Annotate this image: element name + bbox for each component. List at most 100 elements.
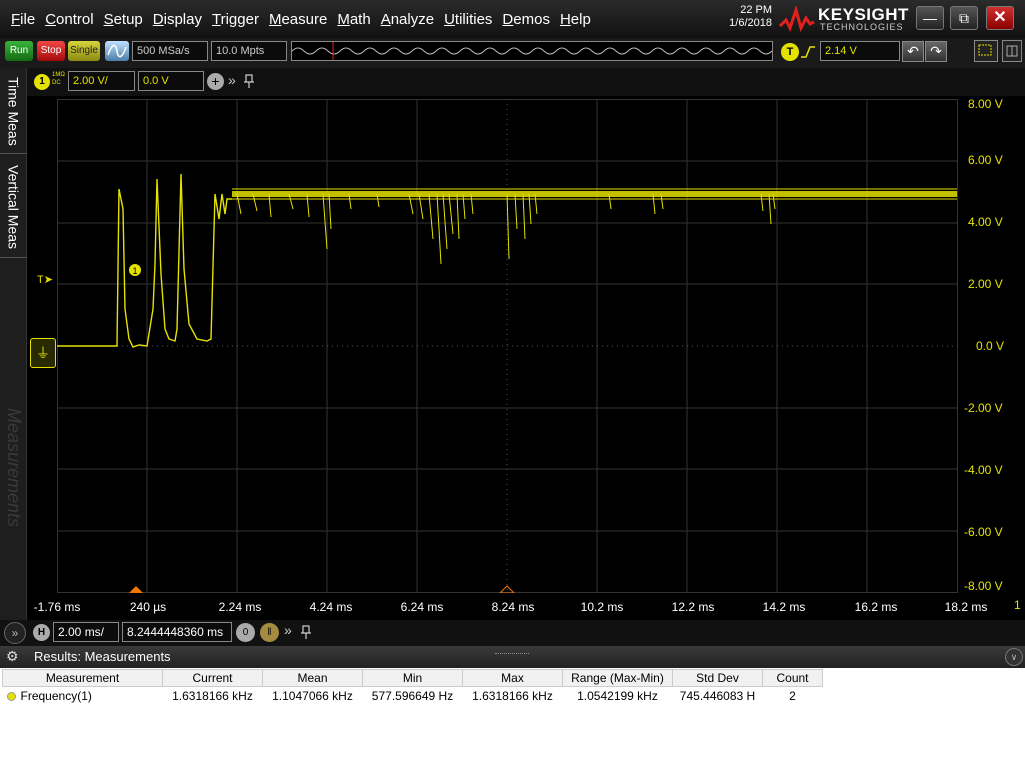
x-tick-label: 16.2 ms — [854, 600, 898, 614]
menu-help[interactable]: Help — [555, 11, 596, 28]
pin-icon[interactable] — [300, 624, 312, 640]
menu-file[interactable]: File — [6, 11, 40, 28]
autoscale-button[interactable] — [105, 41, 129, 61]
channel-1-coupling: 1MΩ DC — [52, 71, 65, 87]
trigger-icon[interactable]: T — [781, 43, 799, 61]
zoom-box-icon — [978, 44, 992, 56]
tab-measurements[interactable]: Measurements — [0, 378, 27, 558]
clock: 22 PM 1/6/2018 — [700, 4, 772, 30]
horizontal-delay-button[interactable]: ‖ — [260, 623, 279, 642]
menu-utilities[interactable]: Utilities — [439, 11, 497, 28]
time-markers — [129, 585, 515, 593]
y-tick-label: -2.00 V — [964, 401, 1003, 415]
x-tick-label: 4.24 ms — [309, 600, 353, 614]
horizontal-more-button[interactable]: » — [284, 622, 292, 638]
y-tick-label: 0.0 V — [976, 339, 1005, 353]
min-cell: 577.596649 Hz — [371, 688, 454, 703]
count-cell: 2 — [789, 688, 796, 703]
measurement-name: Frequency(1) — [20, 688, 92, 703]
clock-time: 22 PM — [740, 4, 772, 16]
graticule-center — [57, 99, 958, 593]
column-header[interactable]: Current — [162, 669, 263, 687]
resize-grip[interactable] — [495, 653, 529, 654]
column-header[interactable]: Count — [762, 669, 823, 687]
x-tick-label: 240 µs — [129, 600, 167, 614]
redo-button[interactable]: ↷ — [925, 41, 947, 62]
close-button[interactable]: ✕ — [986, 6, 1014, 30]
channel-1-offset-field[interactable]: 0.0 V — [138, 71, 204, 91]
autoscale-icon — [107, 44, 127, 58]
memory-depth-field[interactable]: 10.0 Mpts — [211, 41, 287, 61]
trigger-edge-icon — [801, 46, 815, 58]
menu-display[interactable]: Display — [148, 11, 207, 28]
menu-setup[interactable]: Setup — [99, 11, 148, 28]
tab-time-meas[interactable]: Time Meas — [0, 70, 27, 154]
column-header[interactable]: Mean — [262, 669, 363, 687]
results-collapse-button[interactable]: ∨ — [1005, 648, 1023, 666]
overview-waveform — [291, 42, 773, 60]
menu-measure[interactable]: Measure — [264, 11, 332, 28]
single-button[interactable]: Single — [68, 41, 100, 61]
horizontal-icon[interactable]: H — [33, 624, 50, 641]
trigger-level-field[interactable]: 2.14 V — [820, 41, 900, 61]
menu-analyze[interactable]: Analyze — [376, 11, 439, 28]
pin-icon[interactable] — [243, 73, 255, 89]
table-row[interactable]: Frequency(1) 1.6318166 kHz 1.1047066 kHz… — [3, 687, 823, 705]
channel-1-scale-field[interactable]: 2.00 V/ — [68, 71, 135, 91]
x-tick-label: -1.76 ms — [33, 600, 81, 614]
sample-rate-field[interactable]: 500 MSa/s — [132, 41, 208, 61]
page-indicator: 1 — [1014, 598, 1021, 612]
trigger-level-marker[interactable]: T➤ — [37, 273, 53, 286]
menu-math[interactable]: Math — [332, 11, 375, 28]
run-button[interactable]: Run — [5, 41, 33, 61]
menu-trigger[interactable]: Trigger — [207, 11, 264, 28]
range-cell: 1.0542199 kHz — [577, 688, 658, 703]
channel-1-icon[interactable]: 1 — [34, 74, 50, 90]
x-tick-label: 8.24 ms — [491, 600, 535, 614]
column-header[interactable]: Std Dev — [672, 669, 763, 687]
stop-button[interactable]: Stop — [37, 41, 65, 61]
toolbar-more-button[interactable] — [1002, 40, 1022, 62]
channel-1-ground-marker[interactable]: ⏚ — [30, 338, 56, 368]
gear-icon[interactable]: ⚙ — [6, 648, 19, 665]
expand-panel-button[interactable]: » — [4, 622, 26, 644]
coupling-impedance: 1MΩ — [52, 72, 65, 78]
std-dev-cell: 745.446083 H — [679, 688, 756, 703]
column-header[interactable]: Max — [462, 669, 563, 687]
acquisition-overview[interactable] — [291, 41, 773, 61]
waveform-marker-label: 1 — [132, 266, 137, 276]
side-tab-panel: Time Meas Vertical Meas Measurements — [0, 68, 27, 620]
y-tick-label: 4.00 V — [968, 215, 1003, 229]
horizontal-position-field[interactable]: 8.2444448360 ms — [122, 622, 232, 642]
add-channel-button[interactable]: + — [207, 73, 224, 90]
restore-button[interactable]: ⧉ — [950, 6, 978, 30]
menu-demos[interactable]: Demos — [497, 11, 555, 28]
horizontal-zero-button[interactable]: 0 — [236, 623, 255, 642]
max-cell: 1.6318166 kHz — [472, 688, 553, 703]
x-tick-label: 12.2 ms — [671, 600, 715, 614]
tab-vertical-meas[interactable]: Vertical Meas — [0, 158, 27, 258]
waveform-display[interactable]: 1 — [57, 99, 958, 593]
keysight-logo-icon — [778, 6, 815, 32]
x-tick-label: 10.2 ms — [580, 600, 624, 614]
zoom-button[interactable] — [974, 40, 998, 62]
menu-control[interactable]: Control — [40, 11, 98, 28]
minimize-button[interactable]: — — [916, 6, 944, 30]
y-tick-label: 2.00 V — [968, 277, 1003, 291]
results-title: Results: Measurements — [34, 649, 171, 664]
y-tick-label: -6.00 V — [964, 525, 1003, 539]
mean-cell: 1.1047066 kHz — [272, 688, 353, 703]
x-tick-label: 18.2 ms — [944, 600, 988, 614]
y-tick-label: -8.00 V — [964, 579, 1003, 593]
waveform-marker: 1 — [129, 264, 141, 276]
x-tick-label: 14.2 ms — [762, 600, 806, 614]
undo-button[interactable]: ↶ — [902, 41, 924, 62]
horizontal-scale-field[interactable]: 2.00 ms/ — [53, 622, 119, 642]
column-header[interactable]: Min — [362, 669, 463, 687]
column-header[interactable]: Measurement — [2, 669, 163, 687]
y-tick-label: 8.00 V — [968, 97, 1003, 111]
column-header[interactable]: Range (Max-Min) — [562, 669, 673, 687]
measurements-table: Measurement Current Mean Min Max Range (… — [2, 669, 823, 705]
channel-more-button[interactable]: » — [228, 72, 236, 88]
y-tick-label: -4.00 V — [964, 463, 1003, 477]
